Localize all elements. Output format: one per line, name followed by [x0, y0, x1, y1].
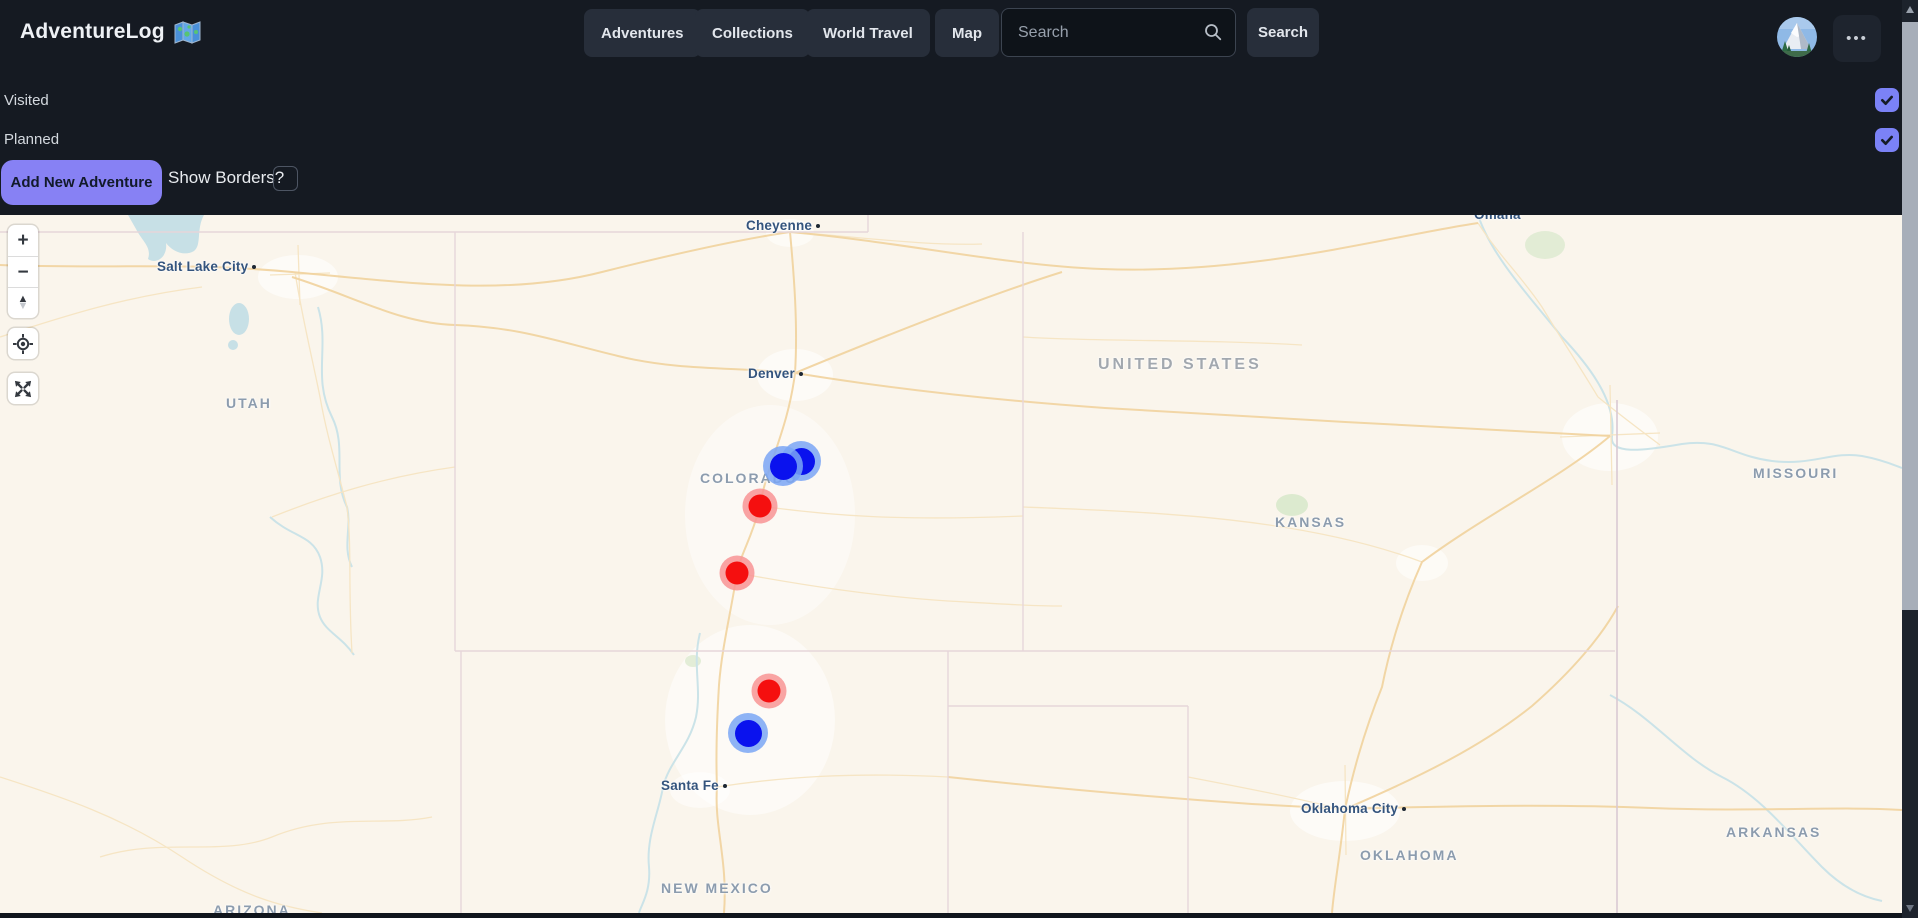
zoom-out-button[interactable]: − [8, 256, 38, 287]
city-label: Omaha [1474, 215, 1521, 222]
avatar[interactable] [1777, 17, 1817, 57]
add-new-adventure-button[interactable]: Add New Adventure [1, 160, 162, 205]
map-lakes [128, 215, 249, 350]
fullscreen-control [8, 373, 38, 404]
zoom-in-button[interactable]: + [8, 225, 38, 256]
planned-filter-label: Planned [4, 131, 59, 148]
city-label: Denver [748, 366, 803, 381]
adventurelog-app: { "topbar": { "logo": "AdventureLog", "n… [0, 0, 1918, 918]
world-map-icon [174, 21, 201, 44]
city-label: Salt Lake City [157, 259, 256, 274]
state-label: OKLAHOMA [1360, 847, 1458, 863]
marker-core [749, 495, 772, 518]
nav-collections[interactable]: Collections [695, 9, 810, 57]
scrollbar-thumb[interactable] [1902, 22, 1918, 610]
adventure-marker-blue[interactable] [763, 446, 803, 486]
adventure-marker-red[interactable] [752, 674, 787, 709]
geolocate-icon [12, 333, 34, 355]
check-icon [1879, 92, 1895, 108]
search-button[interactable]: Search [1247, 8, 1319, 57]
visited-checkbox[interactable] [1875, 88, 1899, 112]
city-dot-icon [1402, 807, 1406, 811]
nav-world-travel[interactable]: World Travel [806, 9, 930, 57]
nav-map[interactable]: Map [935, 9, 999, 57]
adventure-marker-blue[interactable] [728, 713, 768, 753]
search-input[interactable] [1001, 8, 1236, 57]
state-label: ARIZONA [213, 902, 291, 913]
page-scrollbar[interactable] [1902, 0, 1918, 918]
adventure-marker-red[interactable] [720, 556, 755, 591]
marker-core [735, 720, 762, 747]
nav-adventures[interactable]: Adventures [584, 9, 701, 57]
compass-reset-bearing-button[interactable]: ▲▼ [8, 287, 38, 318]
city-dot-icon [723, 784, 727, 788]
city-dot-icon [799, 372, 803, 376]
state-label: UNITED STATES [1098, 356, 1262, 374]
city-dot-icon [252, 265, 256, 269]
avatar-mountain-image [1777, 17, 1817, 57]
state-label: NEW MEXICO [661, 880, 773, 896]
map-canvas[interactable]: UTAHCOLORADOUNITED STATESKANSASMISSOURIO… [0, 215, 1902, 913]
map-zoom-control: + − ▲▼ [8, 225, 38, 318]
fullscreen-button[interactable] [8, 373, 38, 404]
app-logo[interactable]: AdventureLog [20, 20, 201, 44]
state-label: MISSOURI [1753, 465, 1838, 481]
marker-core [770, 453, 797, 480]
fullscreen-icon [12, 378, 34, 400]
scrollbar-up-arrow-icon[interactable] [1906, 6, 1914, 13]
app-logo-text: AdventureLog [20, 20, 165, 44]
city-label: Oklahoma City [1301, 801, 1406, 816]
map-base-layer [0, 215, 1902, 913]
check-icon [1879, 132, 1895, 148]
marker-core [758, 680, 781, 703]
state-label: UTAH [226, 395, 272, 411]
scrollbar-down-arrow-icon[interactable] [1906, 905, 1914, 912]
show-borders-checkbox[interactable] [273, 166, 298, 191]
bottom-bar [0, 913, 1902, 918]
overflow-menu-button[interactable]: ••• [1833, 15, 1881, 62]
adventure-marker-red[interactable] [743, 489, 778, 524]
geolocate-control [8, 328, 38, 359]
map-urban-areas [258, 219, 1658, 841]
geolocate-button[interactable] [8, 328, 38, 359]
ellipsis-icon: ••• [1846, 30, 1868, 47]
compass-icon: ▲▼ [8, 296, 38, 310]
city-label: Cheyenne [746, 218, 820, 233]
planned-checkbox[interactable] [1875, 128, 1899, 152]
city-dot-icon [816, 224, 820, 228]
state-label: KANSAS [1275, 514, 1346, 530]
visited-filter-label: Visited [4, 92, 49, 109]
show-borders-label: Show Borders? [168, 168, 284, 188]
state-label: ARKANSAS [1726, 824, 1821, 840]
city-label: Santa Fe [661, 778, 727, 793]
marker-core [726, 562, 749, 585]
